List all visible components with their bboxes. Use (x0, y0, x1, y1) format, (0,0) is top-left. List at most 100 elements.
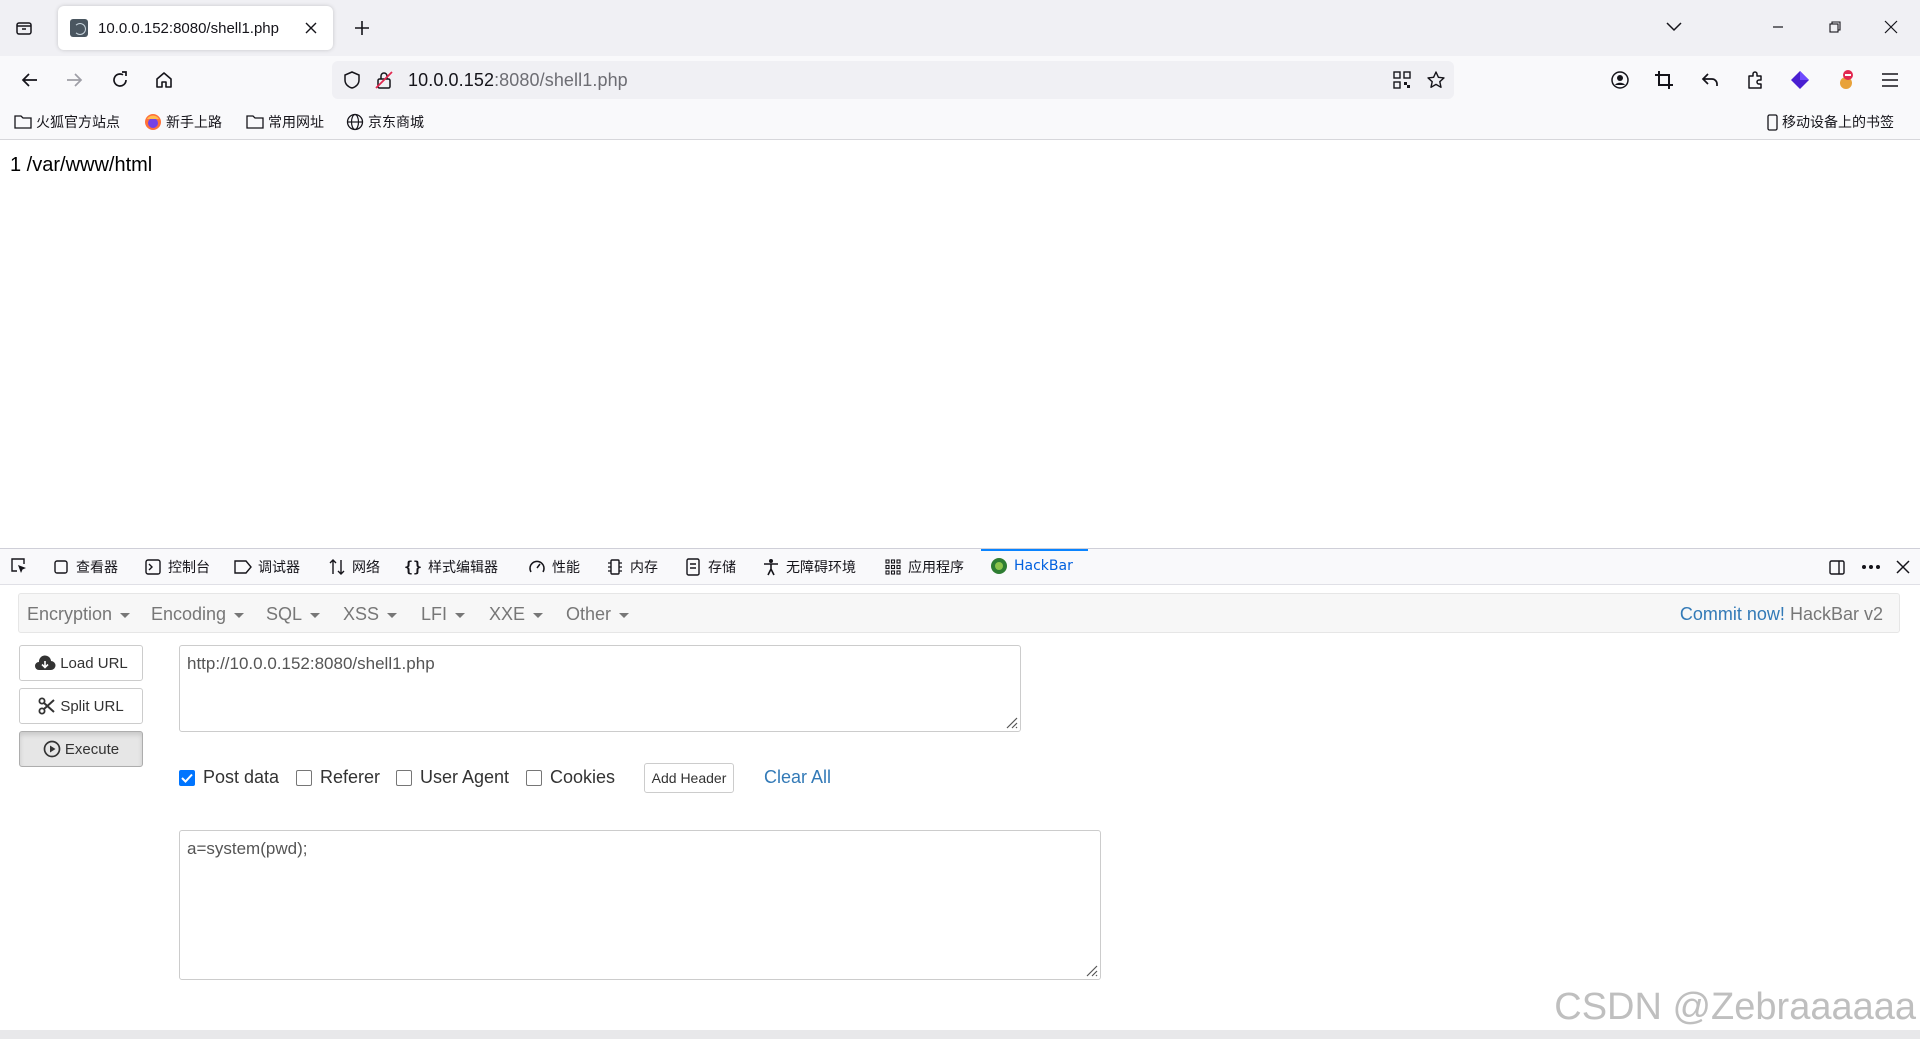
menu-lfi[interactable]: LFI (421, 604, 466, 625)
debugger-icon (234, 558, 252, 576)
menu-sql[interactable]: SQL (266, 604, 321, 625)
undo-button[interactable] (1694, 64, 1726, 96)
referer-checkbox[interactable] (296, 769, 312, 786)
devtools-more-button[interactable] (1858, 555, 1884, 579)
tab-memory[interactable]: 内存 (606, 557, 658, 577)
bookmark-item[interactable]: 京东商城 (346, 112, 424, 132)
mobile-bookmarks[interactable]: 移动设备上的书签 (1766, 112, 1894, 132)
user-agent-option[interactable]: User Agent (396, 767, 509, 788)
tab-network[interactable]: 网络 (328, 557, 380, 577)
minimize-button[interactable] (1760, 10, 1796, 44)
hackbar-extension-button[interactable] (1784, 64, 1816, 96)
tab-label: 样式编辑器 (428, 560, 498, 576)
forward-button[interactable] (58, 64, 90, 96)
close-window-button[interactable] (1873, 10, 1909, 44)
devtools-close-button[interactable] (1890, 555, 1916, 579)
tracking-shield-icon[interactable] (342, 70, 362, 94)
reload-button[interactable] (104, 64, 136, 96)
tab-label: 存储 (708, 560, 736, 576)
load-url-button[interactable]: Load URL (19, 645, 143, 681)
extension-button[interactable] (1830, 64, 1862, 96)
split-url-button[interactable]: Split URL (19, 688, 143, 724)
referer-option[interactable]: Referer (296, 767, 380, 788)
bookmark-item[interactable]: 新手上路 (144, 112, 222, 132)
resize-grip-icon[interactable] (1004, 715, 1018, 729)
tab-list-button[interactable] (10, 14, 38, 42)
menu-encryption[interactable]: Encryption (27, 604, 131, 625)
resize-grip-icon[interactable] (1084, 963, 1098, 977)
more-dots-icon (1862, 565, 1880, 569)
cookies-option[interactable]: Cookies (526, 767, 615, 788)
tab-style-editor[interactable]: {} 样式编辑器 (404, 557, 498, 577)
tab-label: 查看器 (76, 560, 118, 576)
clear-all-link[interactable]: Clear All (764, 767, 831, 788)
url-text[interactable]: 10.0.0.152:8080/shell1.php (408, 70, 628, 91)
menu-encoding[interactable]: Encoding (151, 604, 245, 625)
cookies-checkbox[interactable] (526, 769, 542, 786)
folder-icon (14, 113, 32, 131)
bookmark-star-icon[interactable] (1426, 70, 1446, 94)
address-bar[interactable]: 10.0.0.152:8080/shell1.php (332, 61, 1454, 99)
tab-storage[interactable]: 存储 (684, 557, 736, 577)
mobile-device-icon (1766, 113, 1778, 131)
url-textarea[interactable]: http://10.0.0.152:8080/shell1.php (179, 645, 1021, 732)
tab-debugger[interactable]: 调试器 (234, 557, 300, 577)
post-data-textarea[interactable]: a=system(pwd); (179, 830, 1101, 980)
braces-icon: {} (403, 558, 423, 576)
bookmark-label: 京东商城 (368, 115, 424, 131)
active-tab-indicator (981, 549, 1088, 551)
execute-button[interactable]: Execute (19, 731, 143, 767)
tab-inspector[interactable]: 查看器 (52, 557, 118, 577)
app-menu-button[interactable] (1874, 64, 1906, 96)
home-button[interactable] (148, 64, 180, 96)
tab-label: 应用程序 (908, 560, 964, 576)
referer-label: Referer (320, 767, 381, 787)
hackbar-version: HackBar v2 (1789, 604, 1883, 624)
menu-other[interactable]: Other (566, 604, 630, 625)
menu-xss[interactable]: XSS (343, 604, 398, 625)
horizontal-scrollbar[interactable] (0, 1030, 1920, 1039)
insecure-lock-icon[interactable] (374, 70, 394, 94)
url-path: :8080/shell1.php (494, 70, 628, 90)
menu-xxe[interactable]: XXE (489, 604, 544, 625)
new-tab-button[interactable] (348, 14, 376, 42)
caret-down-icon (455, 613, 466, 618)
add-header-button[interactable]: Add Header (644, 763, 734, 793)
browser-tab[interactable]: 10.0.0.152:8080/shell1.php (58, 6, 333, 50)
bookmark-item[interactable]: 火狐官方站点 (14, 112, 120, 132)
post-data-option[interactable]: Post data (179, 767, 279, 788)
screenshot-button[interactable] (1648, 64, 1680, 96)
restore-button[interactable] (1817, 10, 1853, 44)
memory-chip-icon (606, 558, 624, 576)
dock-side-button[interactable] (1824, 555, 1850, 579)
tab-hackbar[interactable]: HackBar (990, 557, 1073, 575)
menu-label: Other (566, 604, 612, 624)
chevron-down-icon (1666, 22, 1682, 32)
qr-code-icon[interactable] (1392, 70, 1412, 94)
puzzle-icon (1748, 71, 1762, 89)
bookmark-label: 火狐官方站点 (36, 115, 120, 131)
folder-icon (246, 113, 264, 131)
bookmarks-toolbar: 火狐官方站点 新手上路 常用网址 京东商城 移动设备上的书签 (0, 104, 1920, 140)
user-agent-checkbox[interactable] (396, 769, 412, 786)
inspector-icon (52, 558, 70, 576)
diamond-icon (1791, 71, 1809, 89)
extensions-button[interactable] (1739, 64, 1771, 96)
tab-console[interactable]: 控制台 (144, 557, 210, 577)
tab-performance[interactable]: 性能 (528, 557, 580, 577)
back-button[interactable] (14, 64, 46, 96)
post-data-checkbox[interactable] (179, 769, 195, 786)
tab-list-icon (16, 22, 32, 35)
split-url-label: Split URL (60, 697, 124, 715)
commit-now-link[interactable]: Commit now! (1680, 604, 1785, 624)
caret-down-icon (234, 613, 245, 618)
tab-application[interactable]: 应用程序 (884, 557, 964, 577)
list-all-tabs-button[interactable] (1656, 10, 1692, 44)
element-picker-button[interactable] (10, 557, 34, 575)
globe-icon (346, 113, 364, 131)
bookmark-item[interactable]: 常用网址 (246, 112, 324, 132)
tab-close-button[interactable] (301, 18, 321, 38)
account-button[interactable] (1604, 64, 1636, 96)
tab-accessibility[interactable]: 无障碍环境 (762, 557, 856, 577)
tab-label: 控制台 (168, 560, 210, 576)
